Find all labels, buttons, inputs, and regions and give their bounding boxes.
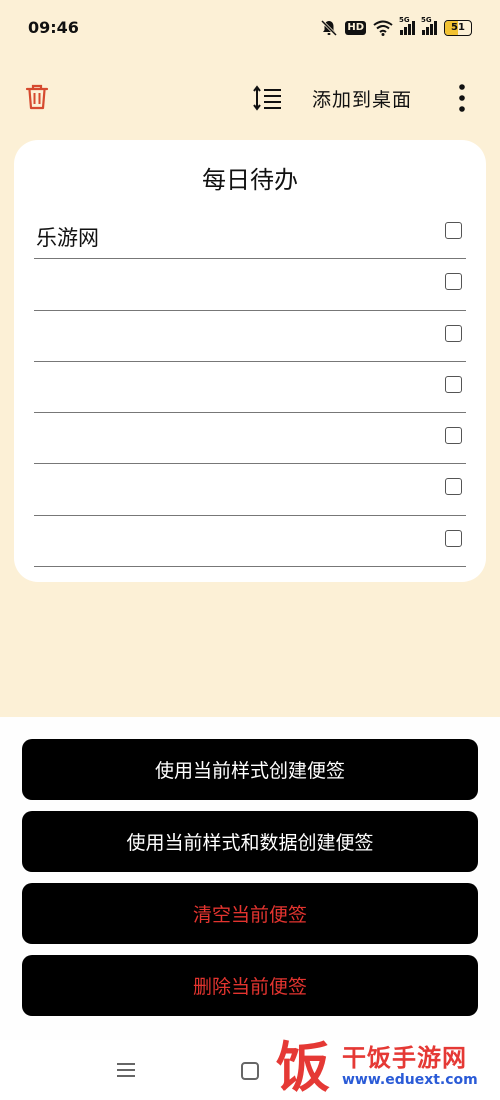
- todo-item[interactable]: 乐游网: [34, 208, 466, 260]
- note-card: 每日待办 乐游网: [14, 140, 486, 582]
- battery-icon: 51: [444, 19, 472, 36]
- clear-note-button[interactable]: 清空当前便签: [22, 883, 478, 944]
- todo-item[interactable]: [34, 464, 466, 516]
- todo-item[interactable]: [34, 362, 466, 414]
- watermark-logo-char: 饭: [276, 1035, 330, 1099]
- more-options-button[interactable]: [452, 82, 472, 114]
- menu-icon: [116, 1063, 136, 1082]
- sort-icon: [252, 85, 284, 116]
- todo-checkbox[interactable]: [445, 529, 462, 547]
- todo-checkbox[interactable]: [445, 375, 462, 393]
- status-time: 09:46: [28, 18, 79, 37]
- sort-button[interactable]: [252, 84, 284, 112]
- delete-note-sheet-button[interactable]: 删除当前便签: [22, 955, 478, 1016]
- todo-checkbox[interactable]: [445, 478, 462, 496]
- todo-checkbox[interactable]: [445, 324, 462, 342]
- more-vertical-icon: [452, 84, 472, 118]
- signal-sim2-icon: 5G: [421, 16, 437, 35]
- watermark-logo: 饭 干饭手游网 www.eduext.com: [276, 1030, 500, 1100]
- todo-item-text[interactable]: 乐游网: [36, 222, 99, 252]
- home-button[interactable]: [241, 1062, 259, 1080]
- recent-apps-button[interactable]: [116, 1062, 136, 1078]
- todo-list: 乐游网: [34, 208, 466, 568]
- mute-notification-icon: [320, 19, 338, 37]
- create-with-style-and-data-button[interactable]: 使用当前样式和数据创建便签: [22, 811, 478, 872]
- todo-checkbox[interactable]: [445, 222, 462, 239]
- signal-sim1-icon: 5G: [399, 16, 415, 35]
- toolbar: 添加到桌面: [0, 70, 500, 126]
- todo-checkbox[interactable]: [445, 427, 462, 445]
- trash-icon: [22, 84, 52, 116]
- todo-item[interactable]: [34, 311, 466, 362]
- todo-item[interactable]: [34, 259, 466, 311]
- watermark-brand: 干饭手游网: [342, 1044, 467, 1072]
- wifi-icon: [373, 20, 393, 36]
- delete-note-button[interactable]: [22, 82, 52, 112]
- add-to-desktop-button[interactable]: 添加到桌面: [312, 85, 412, 112]
- todo-item[interactable]: [34, 413, 466, 465]
- action-sheet: 使用当前样式创建便签 使用当前样式和数据创建便签 清空当前便签 删除当前便签: [0, 717, 500, 1040]
- todo-item[interactable]: [34, 516, 466, 568]
- status-bar: 09:46 HD 5G 5G 51: [0, 0, 500, 55]
- todo-checkbox[interactable]: [445, 273, 462, 291]
- note-title[interactable]: 每日待办: [14, 160, 486, 195]
- hd-voice-icon: HD: [345, 20, 366, 35]
- battery-percent: 51: [451, 22, 465, 33]
- create-with-style-button[interactable]: 使用当前样式创建便签: [22, 739, 478, 800]
- status-icons: HD 5G 5G 51: [320, 16, 472, 37]
- watermark-url: www.eduext.com: [342, 1072, 478, 1088]
